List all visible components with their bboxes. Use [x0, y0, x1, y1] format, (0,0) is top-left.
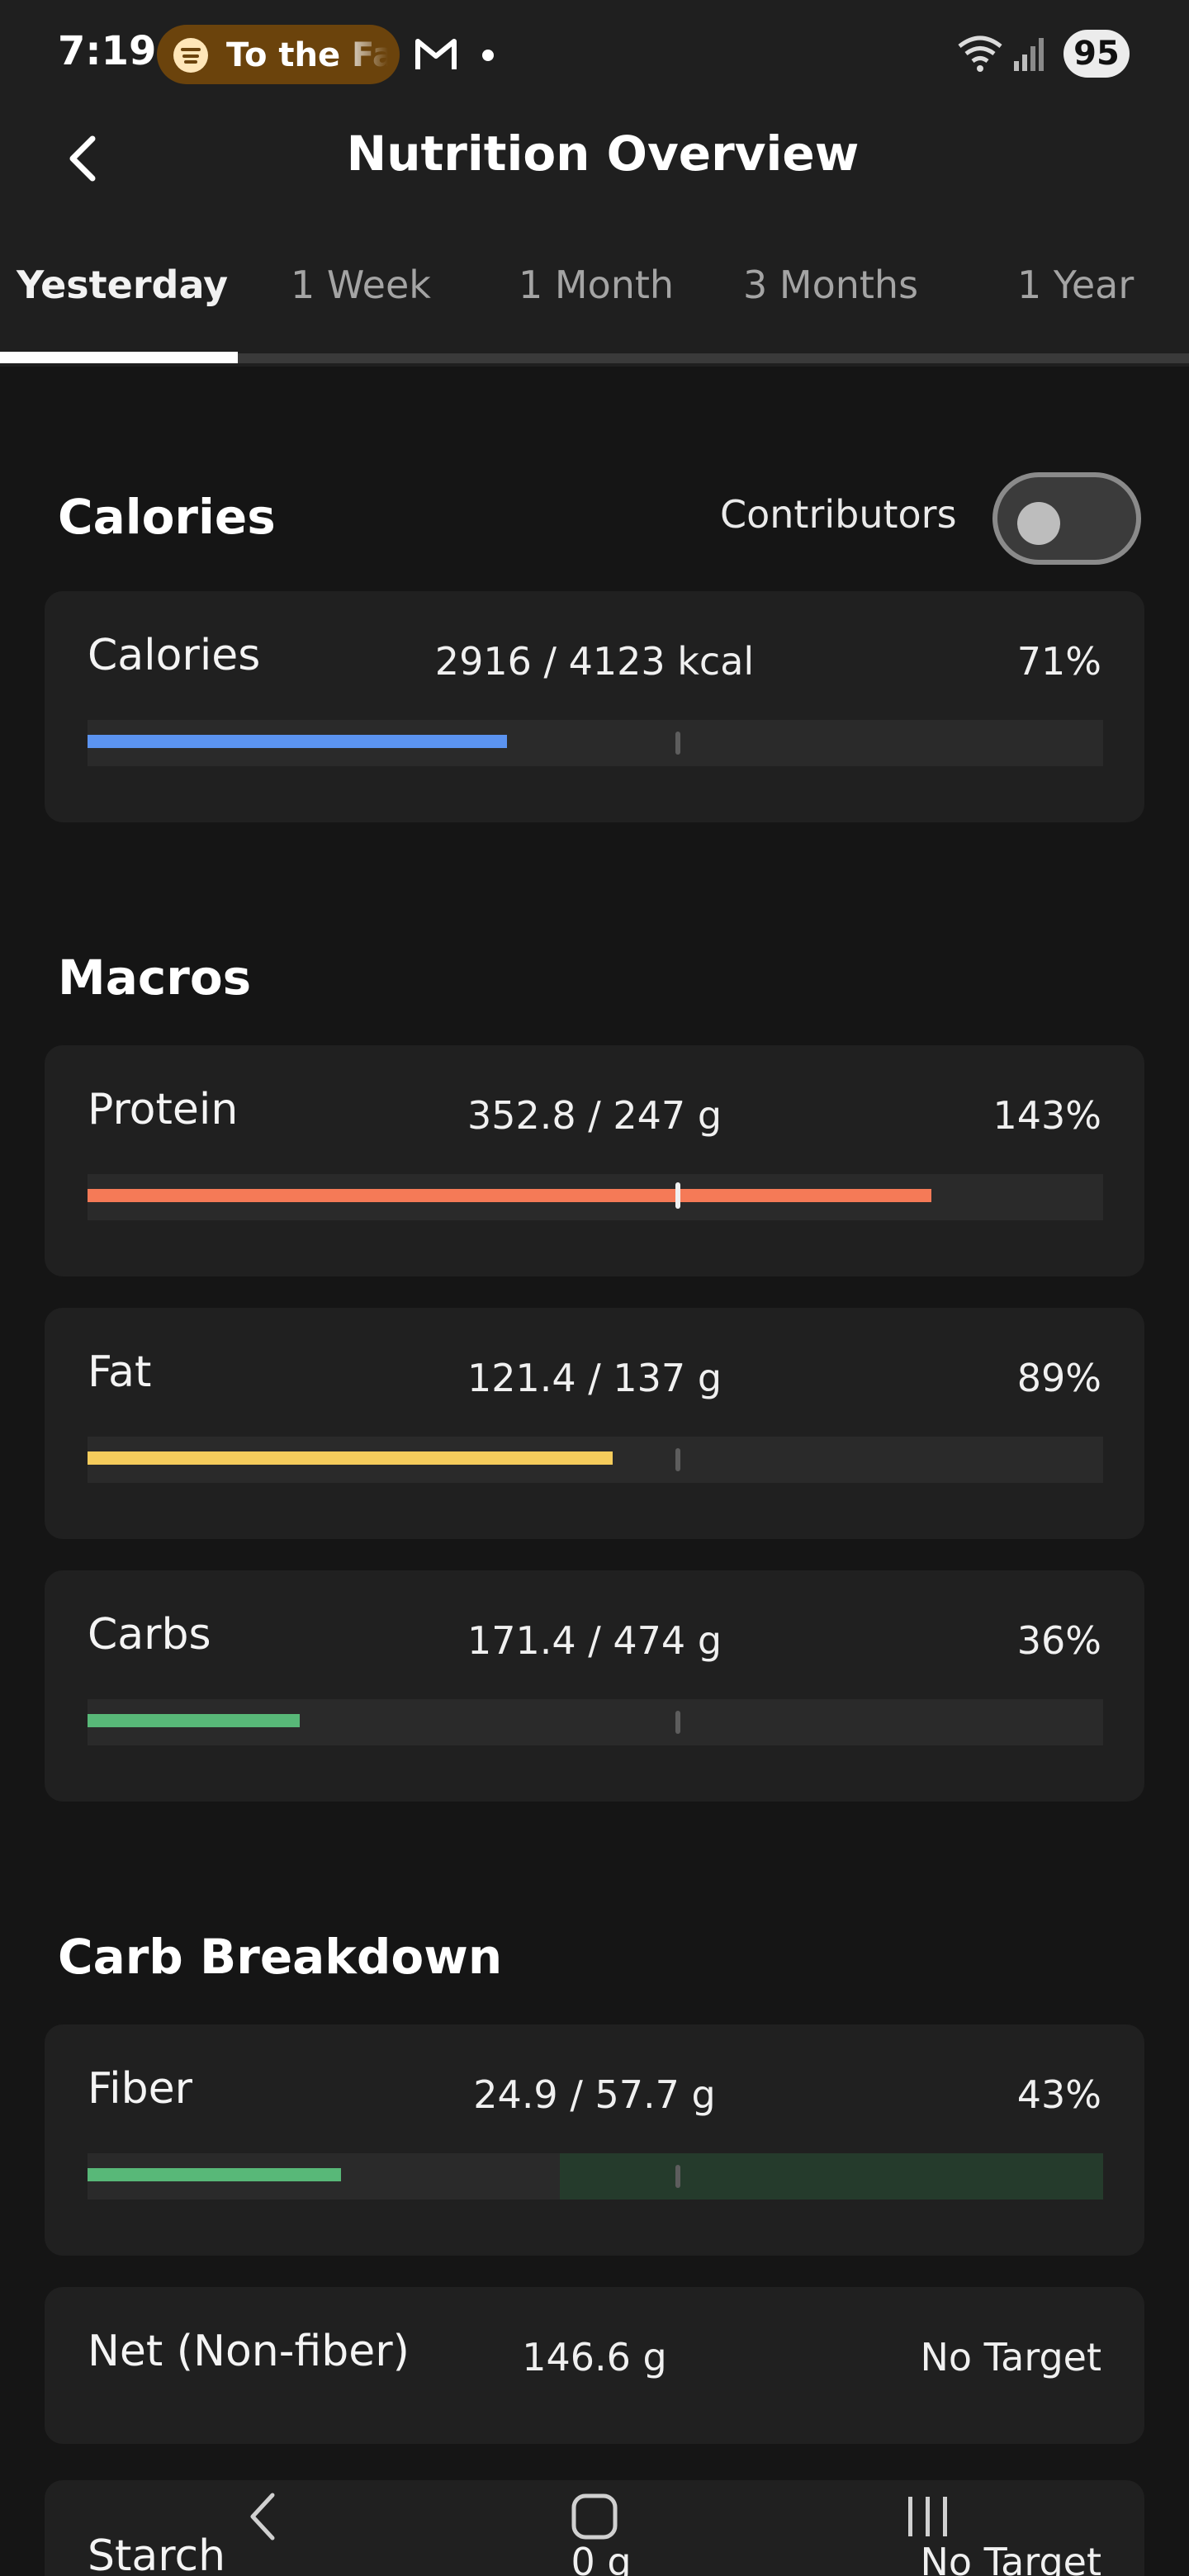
status-bar: 7:19 To the Fa 95: [0, 0, 1189, 109]
card-percent: 43%: [1016, 2072, 1101, 2117]
card-percent: 143%: [992, 1093, 1101, 1138]
progress-fill: [88, 1451, 613, 1465]
nav-back-button[interactable]: [213, 2475, 312, 2558]
nav-recents-button[interactable]: [879, 2475, 978, 2558]
nav-home-button[interactable]: [545, 2475, 644, 2558]
tab-1-year[interactable]: 1 Year: [1017, 263, 1134, 307]
target-marker: [675, 2165, 680, 2188]
app-screen: 7:19 To the Fa 95 Nutrition Overview Yes…: [0, 0, 1189, 2576]
page-title: Nutrition Overview: [346, 125, 860, 182]
section-title-carb-breakdown: Carb Breakdown: [58, 1929, 503, 1985]
target-marker: [675, 732, 680, 755]
system-nav-bar: [0, 2460, 1189, 2576]
card-percent: No Target: [920, 2335, 1102, 2379]
progress-bar: [88, 1699, 1103, 1745]
progress-bar: [88, 2153, 1103, 2200]
battery-icon: 95: [1063, 30, 1130, 78]
spotify-icon: [173, 38, 208, 73]
media-pill[interactable]: To the Fa: [157, 25, 400, 84]
toggle-knob: [1017, 502, 1060, 545]
fat-card[interactable]: Fat 121.4 / 137 g 89%: [45, 1308, 1144, 1539]
app-header: Nutrition Overview: [0, 109, 1189, 208]
nav-back-icon: [250, 2493, 275, 2540]
carbs-card[interactable]: Carbs 171.4 / 474 g 36%: [45, 1570, 1144, 1802]
progress-bar: [88, 720, 1103, 766]
tab-1-month[interactable]: 1 Month: [519, 263, 674, 307]
contributors-label: Contributors: [720, 492, 957, 537]
period-tabs: Yesterday 1 Week 1 Month 3 Months 1 Year: [0, 246, 1189, 367]
card-percent: 36%: [1016, 1618, 1101, 1663]
tab-3-months[interactable]: 3 Months: [743, 263, 918, 307]
card-value: 2916 / 4123 kcal: [434, 639, 755, 684]
card-value: 171.4 / 474 g: [467, 1618, 722, 1663]
card-value: 121.4 / 137 g: [467, 1356, 722, 1400]
card-value: 352.8 / 247 g: [467, 1093, 722, 1138]
media-pill-text: To the Fa: [226, 36, 388, 74]
section-title-macros: Macros: [58, 949, 252, 1006]
tab-yesterday[interactable]: Yesterday: [17, 263, 228, 307]
tab-1-week[interactable]: 1 Week: [291, 263, 431, 307]
signal-icon: [1014, 38, 1044, 71]
progress-fill: [88, 2168, 341, 2181]
protein-card[interactable]: Protein 352.8 / 247 g 143%: [45, 1045, 1144, 1276]
target-zone: [560, 2153, 1103, 2200]
wifi-icon: [958, 36, 1002, 72]
card-value: 24.9 / 57.7 g: [473, 2072, 716, 2117]
notification-dot-icon: [482, 50, 494, 61]
progress-bar: [88, 1437, 1103, 1483]
target-marker: [675, 1182, 680, 1209]
calories-card[interactable]: Calories 2916 / 4123 kcal 71%: [45, 591, 1144, 822]
progress-fill: [88, 735, 507, 748]
progress-bar: [88, 1174, 1103, 1220]
gmail-icon: [415, 39, 457, 69]
fiber-card[interactable]: Fiber 24.9 / 57.7 g 43%: [45, 2024, 1144, 2256]
progress-fill: [88, 1189, 931, 1202]
nav-recents-icon: [908, 2497, 947, 2536]
tab-indicator: [0, 352, 238, 363]
status-time: 7:19: [58, 28, 157, 74]
section-title-calories: Calories: [58, 489, 276, 545]
nav-home-icon: [571, 2493, 618, 2540]
card-percent: 71%: [1016, 639, 1101, 684]
contributors-toggle[interactable]: [992, 472, 1141, 565]
net-non-fiber-card[interactable]: Net (Non-fiber) 146.6 g No Target: [45, 2287, 1144, 2444]
progress-fill: [88, 1714, 300, 1727]
target-marker: [675, 1448, 680, 1471]
target-marker: [675, 1711, 680, 1734]
card-percent: 89%: [1016, 1356, 1101, 1400]
